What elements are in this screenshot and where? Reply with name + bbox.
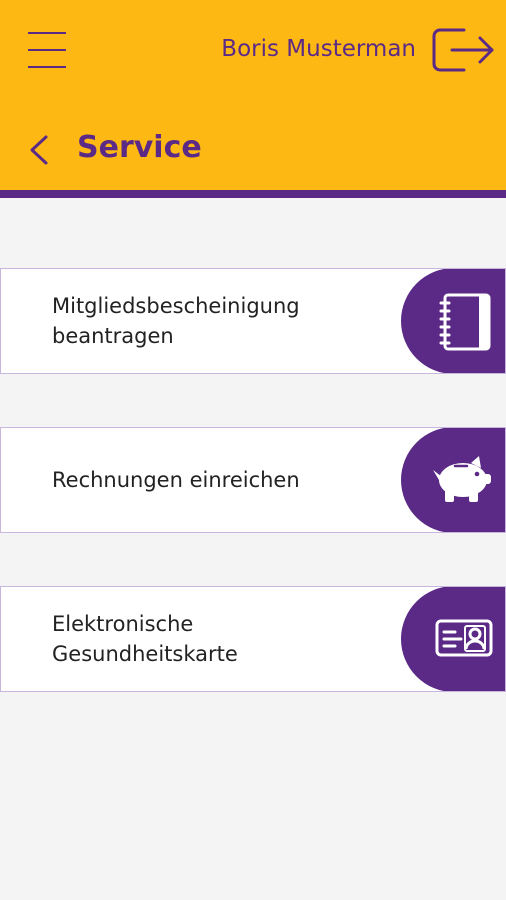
notebook-icon <box>439 293 491 351</box>
header-divider <box>0 190 506 198</box>
id-card-icon <box>435 619 493 657</box>
menu-icon-bar <box>28 49 66 51</box>
service-mitgliedsbescheinigung[interactable]: Mitgliedsbescheinigung beantragen <box>0 268 506 374</box>
user-name: Boris Musterman <box>221 36 416 62</box>
app-header: Boris Musterman Service <box>0 0 506 190</box>
menu-button[interactable] <box>26 30 70 70</box>
piggy-bank-icon <box>433 456 491 502</box>
page-title: Service <box>77 130 202 165</box>
menu-icon-bar <box>28 66 66 68</box>
chevron-left-icon <box>30 135 48 165</box>
service-label: Elektronische Gesundheitskarte <box>52 612 238 666</box>
service-rechnungen[interactable]: Rechnungen einreichen <box>0 427 506 533</box>
back-button[interactable] <box>24 134 58 166</box>
service-gesundheitskarte[interactable]: Elektronische Gesundheitskarte <box>0 586 506 692</box>
service-label: Rechnungen einreichen <box>52 468 300 492</box>
logout-button[interactable] <box>430 24 498 76</box>
logout-icon <box>432 28 494 72</box>
service-label: Mitgliedsbescheinigung beantragen <box>52 294 300 348</box>
menu-icon-bar <box>28 32 66 34</box>
app-screen: Boris Musterman Service Mitgliedsbeschei… <box>0 0 506 900</box>
